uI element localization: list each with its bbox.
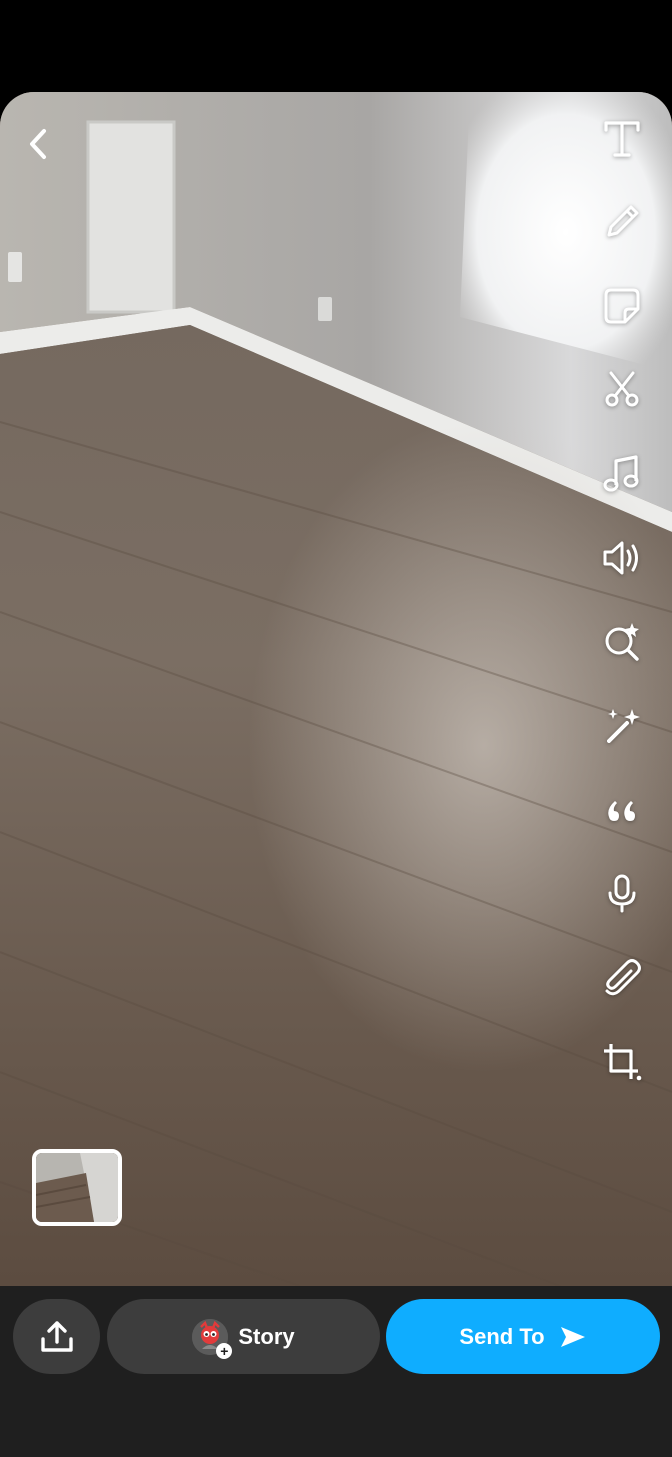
thumbnail-image [36,1153,118,1222]
speaker-icon [603,541,638,575]
crop-icon [604,1044,642,1081]
magic-tool-button[interactable] [596,700,648,752]
sticker-icon [604,288,640,324]
volume-tool-button[interactable] [596,532,648,584]
quote-icon [608,801,635,821]
bottom-action-bar: + Story Send To [0,1286,672,1457]
avatar: + [192,1318,233,1359]
memories-thumbnail[interactable] [32,1149,122,1226]
pencil-tool-button[interactable] [596,196,648,248]
text-tool-button[interactable] [596,112,648,164]
lens-search-tool-button[interactable] [596,616,648,668]
scissors-tool-button[interactable] [596,364,648,416]
story-button[interactable]: + Story [107,1299,380,1374]
send-arrow-icon [560,1326,585,1347]
music-note-icon [603,455,639,492]
upload-icon [40,1320,73,1352]
magic-wand-icon [607,709,640,743]
microphone-icon [608,874,636,913]
export-button[interactable] [13,1299,100,1374]
pencil-icon [607,205,639,237]
edit-toolbar [572,112,672,1092]
attach-link-tool-button[interactable] [596,952,648,1004]
music-tool-button[interactable] [596,448,648,500]
back-button[interactable] [14,118,62,170]
crop-tool-button[interactable] [596,1036,648,1088]
story-label: Story [238,1323,295,1349]
snap-preview-screen: + Story Send To [0,0,672,1457]
quote-tool-button[interactable] [596,784,648,836]
chevron-left-icon [30,129,46,159]
send-to-button[interactable]: Send To [386,1299,660,1374]
scissors-icon [605,371,639,407]
sticker-tool-button[interactable] [596,280,648,332]
paperclip-icon [605,959,641,996]
status-bar [0,0,672,92]
text-icon [604,121,640,157]
send-to-label: Send To [459,1323,545,1349]
add-badge-icon: + [216,1342,233,1359]
voice-tool-button[interactable] [596,868,648,920]
lens-search-icon [605,623,639,661]
snap-canvas [0,92,672,1286]
